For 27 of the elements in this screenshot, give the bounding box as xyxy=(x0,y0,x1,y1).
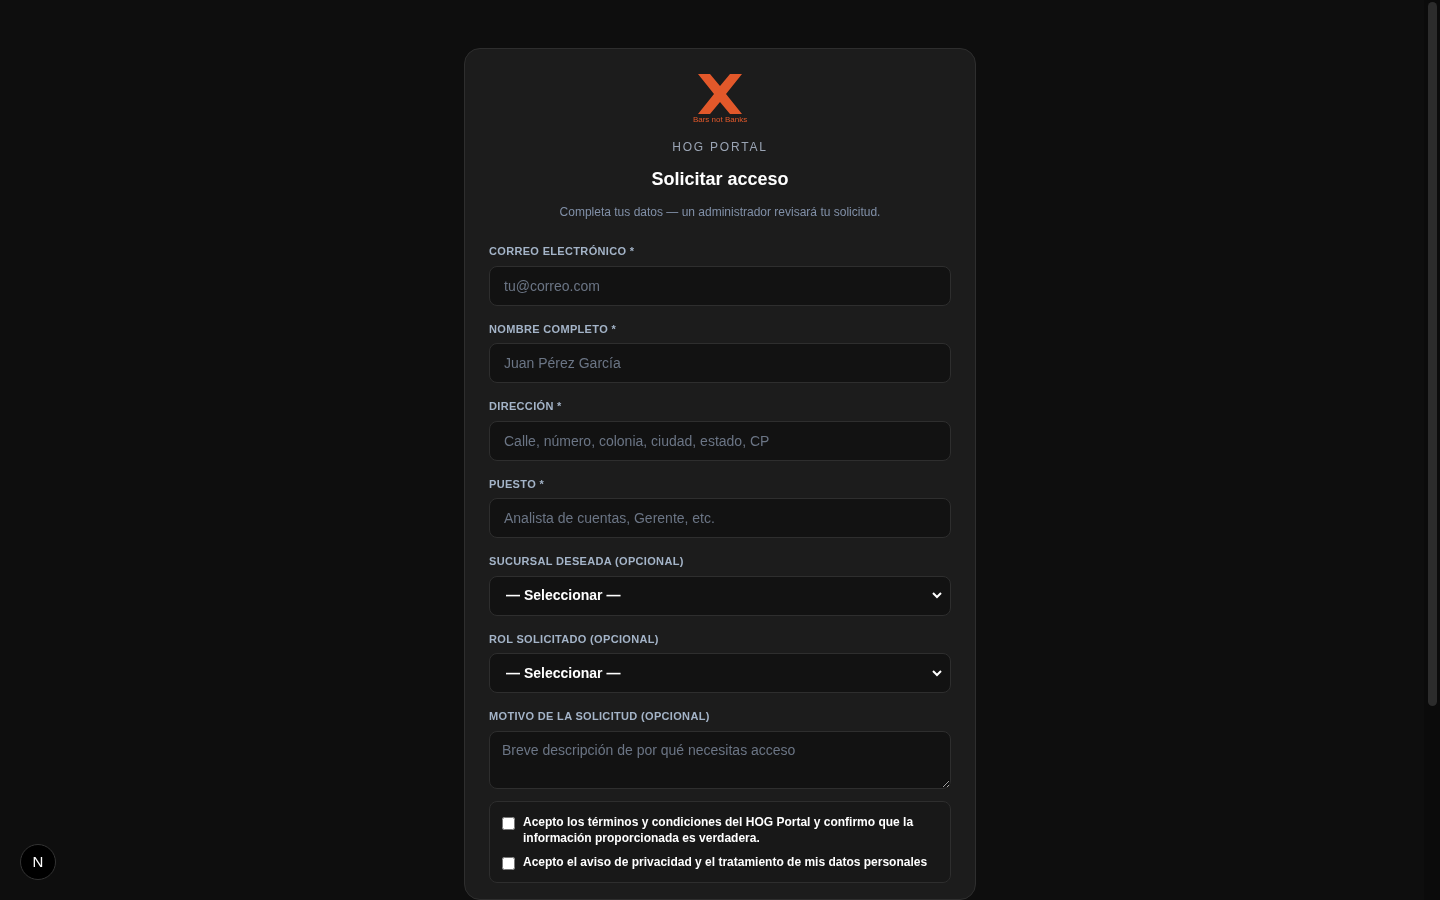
form-subtitle: Completa tus datos — un administrador revisará tu solicitud. xyxy=(559,204,881,221)
field-label: CORREO ELECTRÓNICO * xyxy=(489,244,636,259)
text-input[interactable]: Analista de cuentas, Gerente, etc. xyxy=(489,498,951,538)
text-input[interactable]: tu@correo.com xyxy=(489,265,951,306)
field-label: PUESTO * xyxy=(489,476,545,492)
dev-badge[interactable]: N xyxy=(20,844,56,880)
chevron-down-icon xyxy=(932,592,942,599)
x-logo-icon xyxy=(696,73,744,115)
text-input[interactable]: Juan Pérez García xyxy=(489,343,951,383)
logo-tagline: Bars not Banks xyxy=(692,116,748,124)
field-label: ROL SOLICITADO (OPCIONAL) xyxy=(489,631,660,647)
field-label: MOTIVO DE LA SOLICITUD (OPCIONAL) xyxy=(489,709,711,724)
portal-name: HOG PORTAL xyxy=(672,139,768,156)
text-input[interactable]: Calle, número, colonia, ciudad, estado, CP xyxy=(489,420,951,461)
select-dropdown[interactable]: — Seleccionar — xyxy=(489,653,951,693)
field-label: NOMBRE COMPLETO * xyxy=(489,321,618,337)
checkbox[interactable] xyxy=(502,856,515,870)
select-dropdown[interactable]: — Seleccionar — xyxy=(489,575,951,616)
chevron-down-icon xyxy=(932,669,942,677)
checkbox[interactable] xyxy=(502,816,515,830)
text-area[interactable]: Breve descripción de por qué necesitas acceso xyxy=(489,730,951,789)
consent-text: Acepto los términos y condiciones del HOG Portal y confirmo que la información proporcionada es verdadera. xyxy=(523,813,915,846)
field-label: DIRECCIÓN * xyxy=(489,399,563,414)
consent-text: Acepto el aviso de privacidad y el tratamiento de mis datos personales xyxy=(523,853,928,870)
form-title: Solicitar acceso xyxy=(651,168,789,191)
field-label: SUCURSAL DESEADA (OPCIONAL) xyxy=(489,554,685,569)
scrollbar-thumb[interactable] xyxy=(1428,2,1437,706)
